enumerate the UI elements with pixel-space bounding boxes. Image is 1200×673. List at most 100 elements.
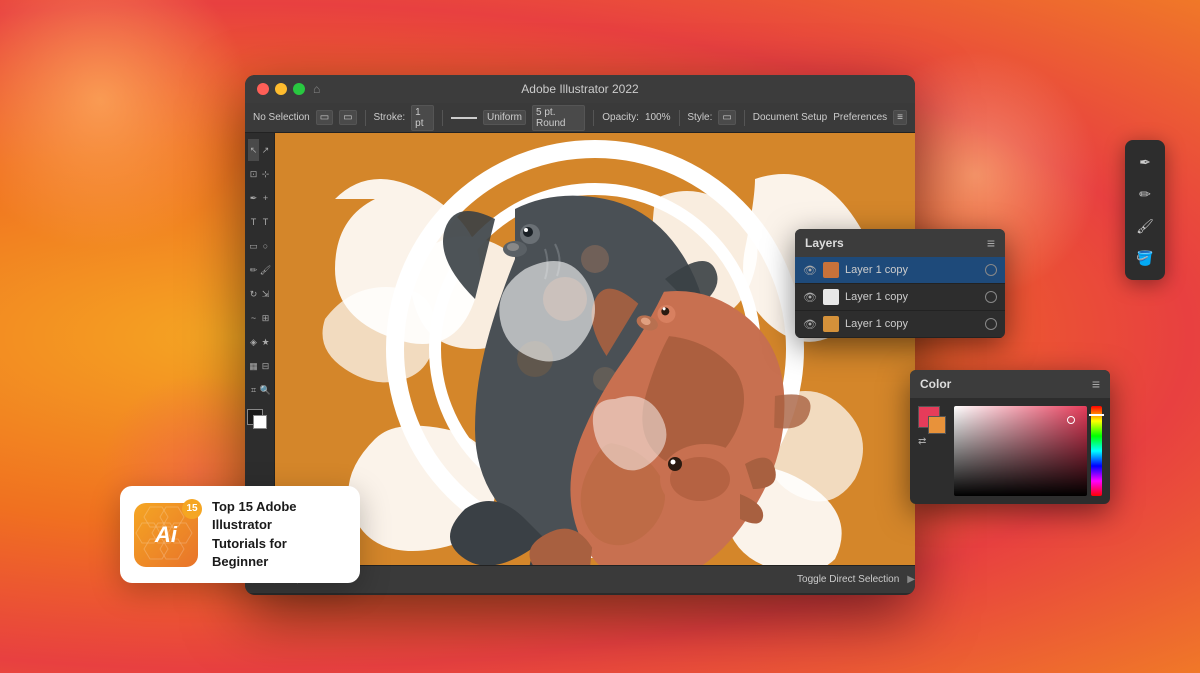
home-icon[interactable]: ⌂: [313, 82, 320, 96]
color-swatches: ⇄: [918, 406, 946, 496]
fill-color[interactable]: [247, 409, 263, 425]
no-selection-label: No Selection: [253, 112, 310, 123]
badge-card: Ai 15 Top 15 Adobe Illustrator Tutorials…: [120, 486, 360, 583]
rectangle-tool[interactable]: ▭: [248, 235, 259, 257]
ellipse-tool[interactable]: ○: [260, 235, 271, 257]
layer-swatch-1: [823, 262, 839, 278]
sep3: [593, 110, 594, 126]
swap-colors-icon[interactable]: ⇄: [918, 436, 946, 447]
toggle-label[interactable]: Toggle Direct Selection: [797, 574, 899, 585]
fill-float-tool[interactable]: 🪣: [1131, 244, 1159, 272]
layer-row-2[interactable]: 👁 Layer 1 copy: [795, 284, 1005, 311]
color-panel-body: ⇄: [910, 398, 1110, 504]
layer-row-1[interactable]: 👁 Layer 1 copy: [795, 257, 1005, 284]
sep5: [744, 110, 745, 126]
layer-name-2: Layer 1 copy: [845, 291, 979, 303]
selection-tool[interactable]: ↖: [248, 139, 259, 161]
float-toolbar: ✒ ✏ 🖌 🪣: [1125, 140, 1165, 280]
more-options[interactable]: ≡: [893, 110, 907, 125]
title-bar: ⌂ Adobe Illustrator 2022: [245, 75, 915, 103]
badge-icon-area: Ai 15: [134, 503, 198, 567]
lasso-tools: ⊡ ⊹: [248, 163, 271, 185]
pen-tool[interactable]: ✒: [248, 187, 259, 209]
lasso-tool[interactable]: ⊡: [248, 163, 259, 185]
magic-wand-tool[interactable]: ⊹: [260, 163, 271, 185]
main-canvas: [275, 133, 915, 565]
hue-indicator: [1089, 414, 1104, 417]
opacity-value: 100%: [645, 112, 671, 123]
badge-number: 15: [182, 499, 202, 519]
window-title: Adobe Illustrator 2022: [521, 82, 638, 96]
opacity-label: Opacity:: [602, 112, 639, 123]
warp-tools: ~ ⊞: [248, 307, 271, 329]
eye-icon-2[interactable]: 👁: [803, 291, 817, 304]
eye-icon-3[interactable]: 👁: [803, 318, 817, 331]
column-graph-tool[interactable]: ▦: [248, 355, 259, 377]
document-setup-button[interactable]: Document Setup: [753, 112, 828, 123]
color-panel-title: Color: [920, 377, 951, 391]
pencil-tool[interactable]: ✏: [248, 259, 259, 281]
preferences-button[interactable]: Preferences: [833, 112, 887, 123]
transform-tools: ↻ ⇲: [248, 283, 271, 305]
hue-slider[interactable]: [1091, 406, 1102, 496]
style-label: Style:: [687, 112, 712, 123]
color-gradient-picker[interactable]: [954, 406, 1087, 496]
shape-tools: ▭ ○: [248, 235, 271, 257]
expand-arrow[interactable]: ▶: [907, 574, 915, 585]
scale-tool[interactable]: ⇲: [260, 283, 271, 305]
pencil-float-tool[interactable]: ✏: [1131, 180, 1159, 208]
pen-float-tool[interactable]: ✒: [1131, 148, 1159, 176]
layer-row-3[interactable]: 👁 Layer 1 copy: [795, 311, 1005, 338]
traffic-lights: [257, 83, 305, 95]
brush-tools: ✏ 🖌: [248, 259, 271, 281]
selection-dropdown[interactable]: ▭: [316, 110, 333, 125]
layer-name-1: Layer 1 copy: [845, 264, 979, 276]
style-select[interactable]: ▭: [718, 110, 735, 125]
badge-text: Top 15 Adobe Illustrator Tutorials for B…: [212, 498, 346, 571]
color-picker-area: [954, 406, 1102, 496]
free-transform-tool[interactable]: ⊞: [260, 307, 271, 329]
direct-selection-tool[interactable]: ↗: [260, 139, 271, 161]
pen-tools: ✒ +: [248, 187, 271, 209]
color-cursor: [1067, 416, 1075, 424]
stroke-value[interactable]: 1 pt: [411, 105, 434, 131]
blend-tool[interactable]: ◈: [248, 331, 259, 353]
color-panel-menu[interactable]: ≡: [1092, 376, 1100, 392]
stroke-color[interactable]: [253, 415, 267, 429]
sep4: [679, 110, 680, 126]
layers-panel-title: Layers: [805, 236, 844, 250]
eyedropper-tool[interactable]: ⌗: [248, 379, 259, 401]
swatch-stack: [918, 406, 946, 434]
zoom-tool[interactable]: 🔍: [260, 379, 271, 401]
add-anchor-tool[interactable]: +: [260, 187, 271, 209]
warp-tool[interactable]: ~: [248, 307, 259, 329]
blend-tools: ◈ ★: [248, 331, 271, 353]
rotate-tool[interactable]: ↻: [248, 283, 259, 305]
color-panel-header: Color ≡: [910, 370, 1110, 398]
layer-target-1[interactable]: [985, 264, 997, 276]
symbol-tool[interactable]: ★: [260, 331, 271, 353]
uniform-select[interactable]: Uniform: [483, 110, 526, 125]
brush-float-tool[interactable]: 🖌: [1131, 212, 1159, 240]
vertical-type-tool[interactable]: T: [260, 211, 271, 233]
slice-tool[interactable]: ⊟: [260, 355, 271, 377]
main-toolbar: No Selection ▭ ▭ Stroke: 1 pt Uniform 5 …: [245, 103, 915, 133]
type-tools: T T: [248, 211, 271, 233]
type-tool[interactable]: T: [248, 211, 259, 233]
color-boxes: [247, 409, 273, 435]
layers-panel-header: Layers ≡: [795, 229, 1005, 257]
eye-icon-1[interactable]: 👁: [803, 264, 817, 277]
layer-swatch-2: [823, 289, 839, 305]
close-button[interactable]: [257, 83, 269, 95]
brush-select[interactable]: 5 pt. Round: [532, 105, 585, 131]
fill-dropdown[interactable]: ▭: [339, 110, 356, 125]
layer-target-3[interactable]: [985, 318, 997, 330]
sep1: [365, 110, 366, 126]
selection-tools: ↖ ↗: [248, 139, 271, 161]
layer-target-2[interactable]: [985, 291, 997, 303]
layers-panel-menu[interactable]: ≡: [987, 235, 995, 251]
maximize-button[interactable]: [293, 83, 305, 95]
bg-swatch[interactable]: [928, 416, 946, 434]
brush-tool[interactable]: 🖌: [260, 259, 271, 281]
minimize-button[interactable]: [275, 83, 287, 95]
